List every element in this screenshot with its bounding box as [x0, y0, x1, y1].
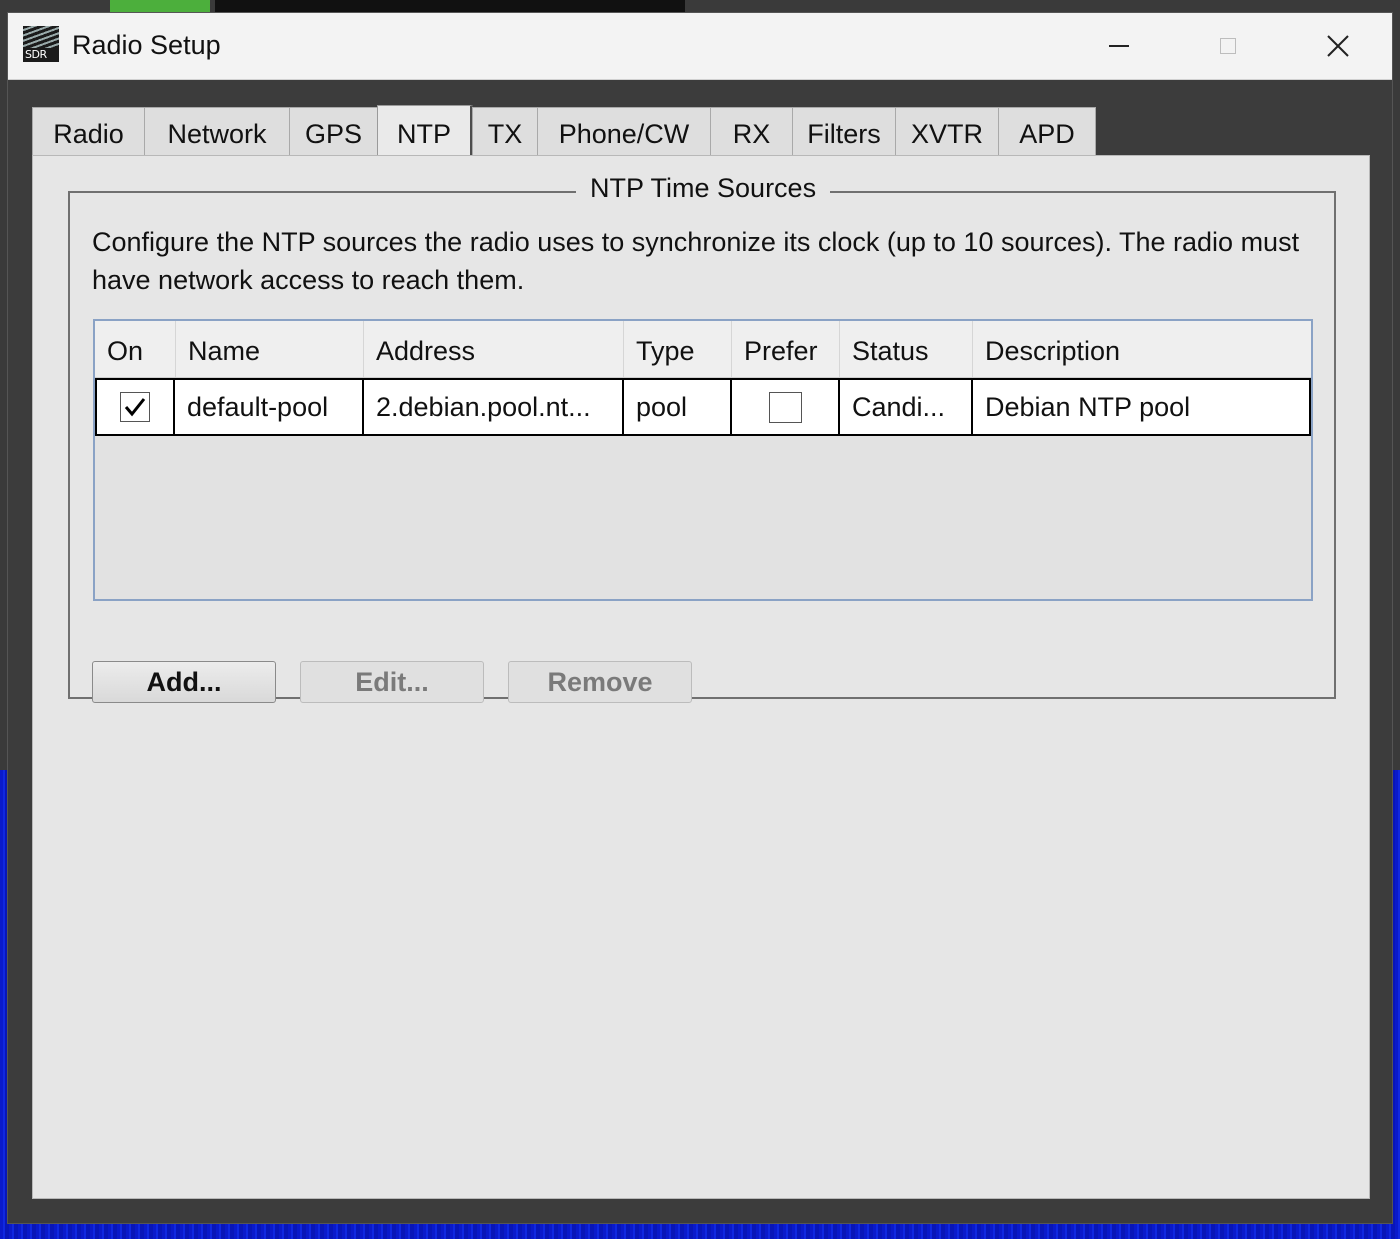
checkmark-icon [124, 398, 146, 417]
tab-gps[interactable]: GPS [289, 107, 378, 155]
prefer-checkbox[interactable] [768, 391, 802, 423]
minimize-icon [1109, 45, 1129, 47]
ntp-sources-table[interactable]: On Name Address Type Prefer Status Descr… [93, 319, 1313, 601]
tab-apd[interactable]: APD [998, 107, 1096, 155]
edit-button[interactable]: Edit... [300, 661, 484, 703]
column-header-prefer[interactable]: Prefer [732, 321, 840, 377]
window-title: Radio Setup [72, 30, 221, 60]
column-header-type[interactable]: Type [624, 321, 732, 377]
maximize-button[interactable] [1183, 13, 1273, 79]
cell-prefer[interactable] [732, 380, 840, 434]
group-title: NTP Time Sources [576, 173, 831, 204]
ntp-tab-panel: NTP Time Sources Configure the NTP sourc… [32, 155, 1370, 1199]
minimize-button[interactable] [1074, 13, 1164, 79]
cell-status: Candi... [840, 380, 973, 434]
column-header-address[interactable]: Address [364, 321, 624, 377]
app-icon: SDR [23, 26, 59, 62]
cell-description: Debian NTP pool [973, 380, 1311, 434]
close-icon [1327, 35, 1349, 57]
remove-button[interactable]: Remove [508, 661, 692, 703]
tab-rx[interactable]: RX [710, 107, 793, 155]
tab-filters[interactable]: Filters [792, 107, 896, 155]
tab-phone-cw[interactable]: Phone/CW [537, 107, 711, 155]
cell-name: default-pool [175, 380, 364, 434]
table-header: On Name Address Type Prefer Status Descr… [95, 321, 1311, 378]
cell-type: pool [624, 380, 732, 434]
title-bar[interactable]: SDR Radio Setup [8, 13, 1392, 80]
close-button[interactable] [1293, 13, 1383, 79]
tab-network[interactable]: Network [144, 107, 290, 155]
column-header-on[interactable]: On [95, 321, 176, 377]
column-header-description[interactable]: Description [973, 321, 1311, 377]
column-header-status[interactable]: Status [840, 321, 973, 377]
app-icon-label: SDR [25, 48, 47, 61]
radio-setup-window: SDR Radio Setup Radio Network GPS NTP TX… [7, 12, 1393, 1224]
ntp-sources-group: NTP Time Sources Configure the NTP sourc… [68, 173, 1336, 703]
ntp-description: Configure the NTP sources the radio uses… [92, 227, 1300, 295]
tab-ntp[interactable]: NTP [377, 105, 473, 155]
column-header-name[interactable]: Name [176, 321, 364, 377]
cell-address: 2.debian.pool.nt... [364, 380, 624, 434]
cell-on[interactable] [95, 380, 175, 434]
tab-radio[interactable]: Radio [32, 107, 145, 155]
maximize-icon [1220, 38, 1236, 54]
tab-tx[interactable]: TX [472, 107, 538, 155]
add-button[interactable]: Add... [92, 661, 276, 703]
enabled-checkbox[interactable] [120, 392, 150, 422]
table-row[interactable]: default-pool 2.debian.pool.nt... pool Ca… [95, 378, 1311, 436]
tab-xvtr[interactable]: XVTR [895, 107, 999, 155]
tab-strip: Radio Network GPS NTP TX Phone/CW RX Fil… [32, 105, 1096, 155]
